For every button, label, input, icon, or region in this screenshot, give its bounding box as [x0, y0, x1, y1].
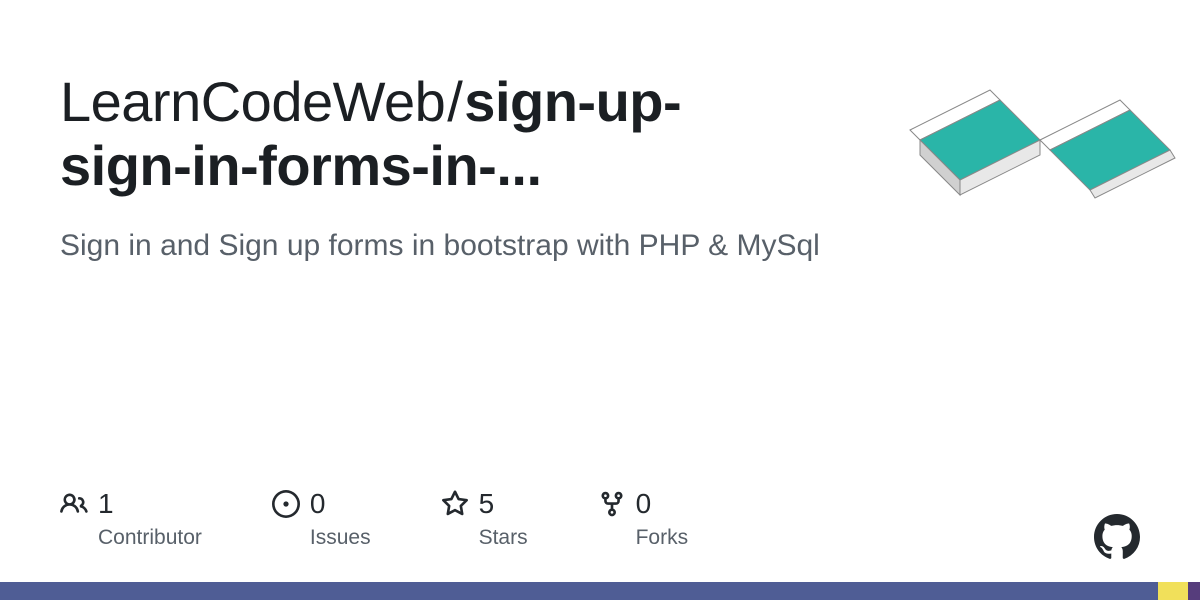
social-card: LearnCodeWeb/sign-up-sign-in-forms-in-..… [0, 0, 1200, 600]
fork-icon [598, 490, 626, 518]
stars-label: Stars [479, 526, 528, 550]
repo-title: LearnCodeWeb/sign-up-sign-in-forms-in-..… [60, 70, 830, 199]
project-logo [900, 50, 1180, 250]
forks-count: 0 [636, 488, 652, 520]
stars-count: 5 [479, 488, 495, 520]
star-icon [441, 490, 469, 518]
stat-issues: 0 Issues [272, 488, 371, 550]
language-segment-1 [0, 582, 1158, 600]
issues-label: Issues [310, 526, 371, 550]
language-bar [0, 582, 1200, 600]
repo-name-part2: sign-in-forms-in-... [60, 134, 542, 197]
repo-owner: LearnCodeWeb [60, 70, 445, 133]
repo-name-part1: sign-up- [464, 70, 681, 133]
contributors-label: Contributor [98, 526, 202, 550]
contributors-count: 1 [98, 488, 114, 520]
stat-contributors: 1 Contributor [60, 488, 202, 550]
github-icon [1094, 514, 1140, 560]
forks-label: Forks [636, 526, 689, 550]
stat-forks: 0 Forks [598, 488, 689, 550]
stat-stars: 5 Stars [441, 488, 528, 550]
people-icon [60, 490, 88, 518]
issues-count: 0 [310, 488, 326, 520]
issue-icon [272, 490, 300, 518]
repo-stats: 1 Contributor 0 Issues 5 Stars [60, 488, 688, 550]
language-segment-3 [1188, 582, 1200, 600]
repo-description: Sign in and Sign up forms in bootstrap w… [60, 225, 820, 267]
slash-separator: / [447, 70, 462, 133]
language-segment-2 [1158, 582, 1188, 600]
